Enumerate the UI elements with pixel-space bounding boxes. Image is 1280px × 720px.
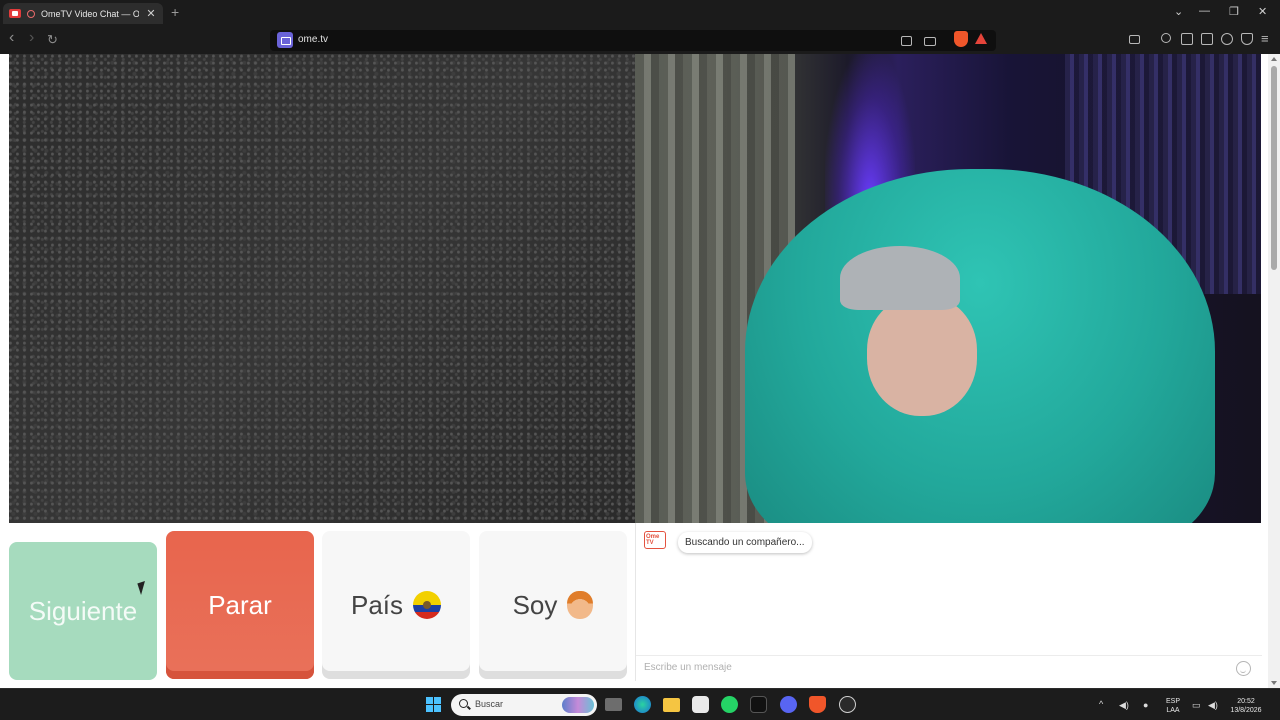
scroll-up-arrow-icon[interactable] — [1271, 57, 1277, 61]
browser-tab[interactable]: OmeTV Video Chat — Omegle ✕ — [3, 3, 163, 24]
search-highlight-image — [562, 697, 594, 713]
menu-icon[interactable]: ≡ — [1261, 31, 1269, 46]
edge-icon[interactable] — [634, 696, 651, 713]
message-bar — [636, 655, 1262, 681]
speaker-icon[interactable]: ◀) — [1208, 700, 1218, 711]
media-icon[interactable] — [1161, 33, 1171, 43]
brave-taskbar-icon[interactable] — [809, 696, 826, 713]
message-input[interactable] — [644, 662, 1224, 673]
tray-chevron-icon[interactable]: ^ — [1099, 699, 1103, 709]
tab-title: OmeTV Video Chat — Omegle — [41, 8, 139, 19]
youtube-favicon-icon — [9, 9, 21, 18]
clock-time: 20:52 — [1237, 698, 1255, 705]
brave-shields-icon[interactable] — [954, 31, 968, 47]
wallet-icon[interactable] — [1201, 33, 1213, 45]
chat-controls: Siguiente Parar País Soy — [9, 531, 627, 681]
task-view-icon[interactable] — [605, 698, 622, 711]
language-code: ESP — [1165, 698, 1180, 705]
recording-icon — [27, 9, 35, 18]
store-icon[interactable] — [692, 696, 709, 713]
new-tab-button[interactable]: + — [171, 4, 179, 20]
tab-close-icon[interactable]: ✕ — [145, 7, 157, 20]
tab-strip: OmeTV Video Chat — Omegle ✕ + ⌄ — ❐ ✕ — [0, 0, 1280, 27]
vpn-shield-icon[interactable] — [1241, 33, 1253, 45]
search-label: Buscar — [475, 699, 504, 709]
scroll-down-arrow-icon[interactable] — [1271, 681, 1277, 685]
back-button[interactable]: ‹ — [9, 29, 14, 47]
file-explorer-icon[interactable] — [663, 698, 680, 712]
next-button[interactable]: Siguiente — [9, 542, 157, 680]
leo-ai-icon[interactable] — [1221, 33, 1233, 45]
minimize-button[interactable]: — — [1199, 5, 1210, 17]
reader-icon[interactable] — [1181, 33, 1193, 45]
tradingview-icon[interactable] — [750, 696, 767, 713]
windows-taskbar: Buscar ^ ◀) ● ESP LAA ▭ ◀) 20:52 13/8/20… — [0, 688, 1280, 720]
ecuador-flag-icon — [413, 591, 442, 619]
clock[interactable]: 20:52 13/8/2026 — [1226, 697, 1266, 715]
search-icon — [459, 699, 468, 708]
maximize-button[interactable]: ❐ — [1229, 5, 1239, 18]
sidebar-toggle-icon[interactable] — [1129, 35, 1140, 44]
country-label: País — [350, 589, 404, 620]
brave-rewards-icon[interactable] — [975, 33, 987, 44]
microphone-icon[interactable]: ● — [1143, 700, 1148, 710]
discord-icon[interactable] — [780, 696, 797, 713]
whatsapp-icon[interactable] — [721, 696, 738, 713]
country-button[interactable]: País — [322, 531, 470, 679]
clock-date: 13/8/2026 — [1230, 707, 1262, 714]
person-hoodie — [745, 169, 1215, 523]
start-button[interactable] — [426, 697, 441, 712]
gender-button[interactable]: Soy — [479, 531, 627, 679]
keyboard-layout: LAA — [1166, 707, 1180, 714]
gender-label: Soy — [512, 589, 558, 620]
person-cap — [840, 246, 960, 310]
cast-icon[interactable] — [924, 37, 936, 46]
ometv-logo-icon: Ome TV — [644, 531, 666, 549]
taskbar-search[interactable]: Buscar — [451, 694, 597, 716]
stop-label: Parar — [208, 589, 272, 620]
person-face — [867, 296, 977, 416]
boy-emoji-icon — [567, 591, 594, 619]
forward-button[interactable]: › — [29, 29, 34, 47]
emoji-icon[interactable] — [1236, 661, 1251, 676]
steam-icon[interactable] — [839, 696, 856, 713]
page-scrollbar[interactable] — [1268, 54, 1280, 688]
address-toolbar: ‹ › ↻ ome.tv ≡ — [0, 27, 1280, 54]
stranger-video-static — [9, 54, 635, 523]
tab-list-dropdown-icon[interactable]: ⌄ — [1174, 5, 1183, 18]
chat-panel: Ome TV Buscando un compañero... — [635, 523, 1262, 681]
network-icon[interactable]: ▭ — [1192, 700, 1201, 711]
logo-text: Ome TV — [646, 534, 660, 546]
stop-button[interactable]: Parar — [166, 531, 314, 679]
volume-icon[interactable]: ◀) — [1119, 700, 1129, 711]
reload-button[interactable]: ↻ — [47, 32, 58, 48]
site-camera-icon[interactable] — [277, 32, 293, 48]
url-text[interactable]: ome.tv — [298, 34, 328, 45]
address-bar[interactable]: ome.tv — [270, 30, 996, 51]
translate-icon[interactable] — [901, 36, 912, 46]
self-camera-video — [635, 54, 1261, 523]
status-message: Buscando un compañero... — [678, 532, 812, 553]
close-window-button[interactable]: ✕ — [1258, 5, 1267, 18]
ometv-page: Siguiente Parar País Soy Ome TV Buscando… — [0, 54, 1280, 688]
next-label: Siguiente — [28, 595, 138, 626]
language-indicator[interactable]: ESP LAA — [1162, 697, 1184, 715]
scroll-thumb[interactable] — [1271, 66, 1277, 270]
